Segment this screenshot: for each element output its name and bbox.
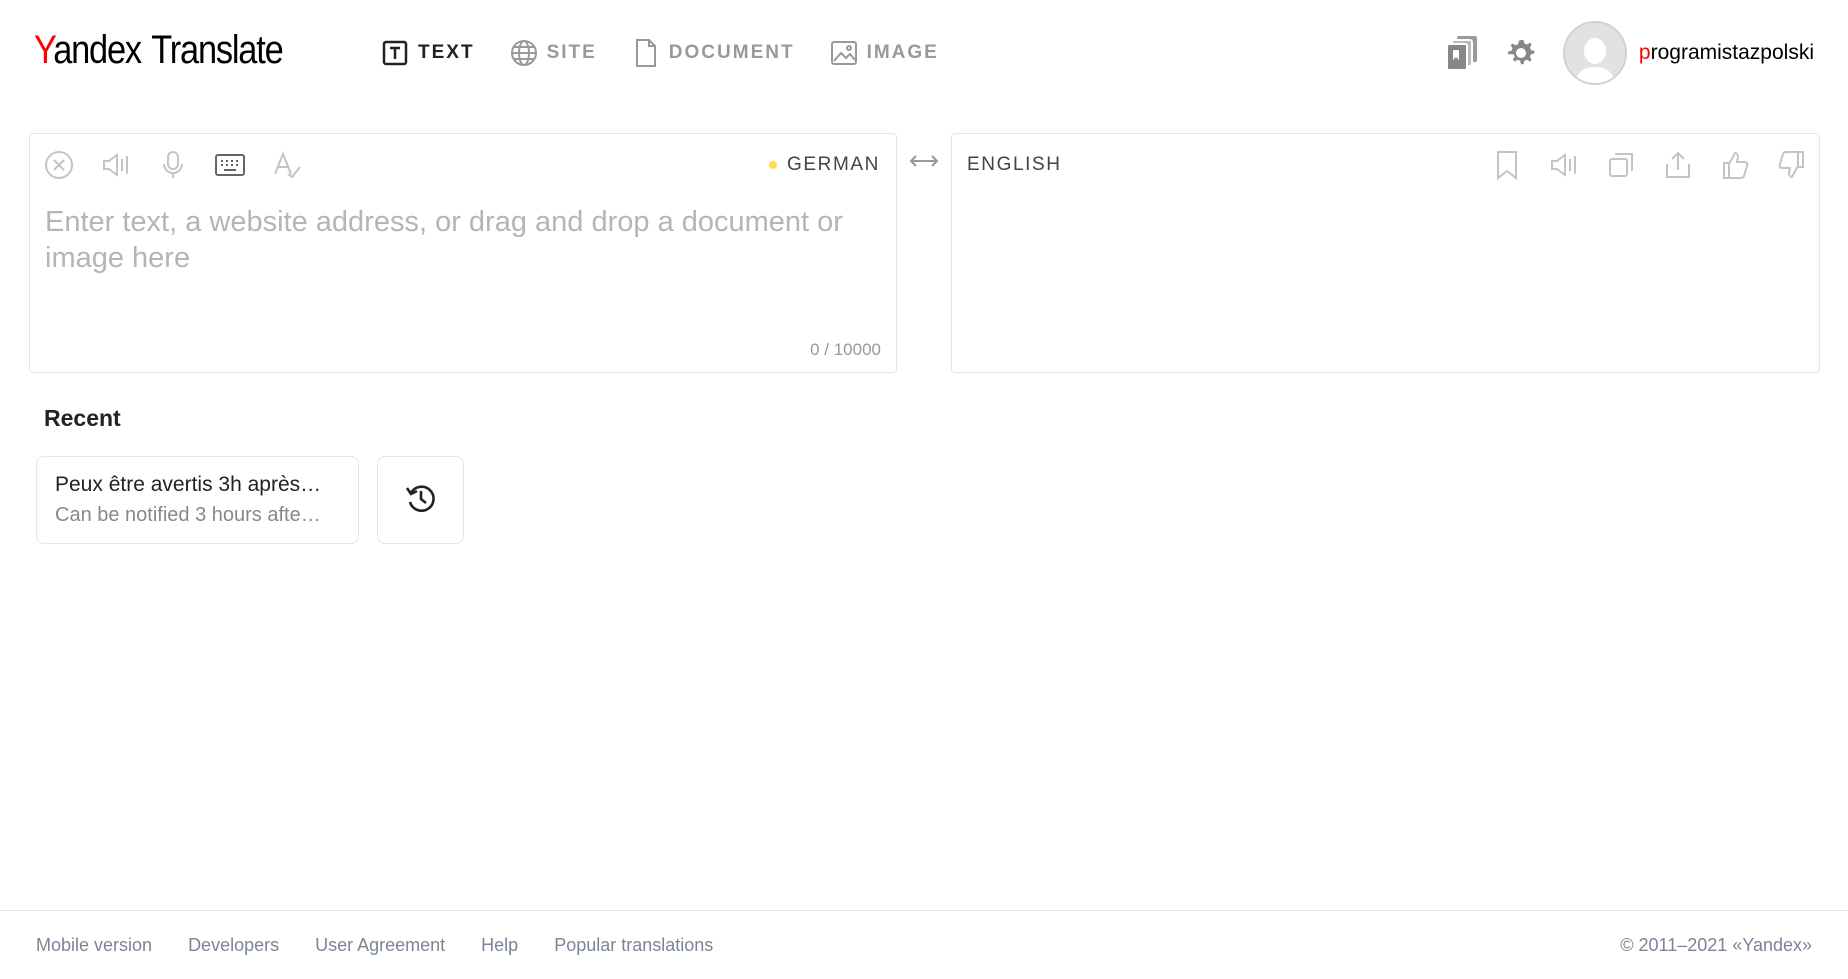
target-language-label: ENGLISH xyxy=(967,154,1062,175)
tab-text[interactable]: TEXT xyxy=(380,38,475,68)
thumbs-down-icon[interactable] xyxy=(1775,148,1809,182)
footer-link-mobile-version[interactable]: Mobile version xyxy=(36,935,152,956)
target-language-selector[interactable]: ENGLISH xyxy=(967,154,1062,176)
settings-gear-icon[interactable] xyxy=(1501,33,1541,73)
logo-word-translate: Translate xyxy=(151,28,283,72)
recent-heading: Recent xyxy=(44,405,121,431)
username-link[interactable]: programistazpolski xyxy=(1639,41,1814,65)
footer-links: Mobile version Developers User Agreement… xyxy=(36,935,749,956)
listen-icon[interactable] xyxy=(99,148,133,182)
history-icon xyxy=(404,481,438,520)
source-language-selector[interactable]: GERMAN xyxy=(769,154,880,176)
recent-source-text: Peux être avertis 3h après… xyxy=(55,473,322,496)
bookmark-icon[interactable] xyxy=(1490,148,1524,182)
collections-icon[interactable] xyxy=(1443,33,1483,73)
microphone-icon[interactable] xyxy=(156,148,190,182)
username-rest: rogramistazpolski xyxy=(1650,41,1814,64)
tab-site-label: SITE xyxy=(546,42,597,63)
listen-icon[interactable] xyxy=(1547,148,1581,182)
username-first-letter: p xyxy=(1638,41,1651,64)
keyboard-icon[interactable] xyxy=(213,148,247,182)
copy-icon[interactable] xyxy=(1604,148,1638,182)
tab-text-label: TEXT xyxy=(418,42,475,63)
footer: Mobile version Developers User Agreement… xyxy=(0,910,1848,979)
swap-arrows-icon xyxy=(908,153,940,174)
spellcheck-icon[interactable] xyxy=(270,148,304,182)
swap-languages-button[interactable] xyxy=(904,146,944,180)
thumbs-up-icon[interactable] xyxy=(1718,148,1752,182)
tab-site[interactable]: SITE xyxy=(509,38,597,68)
auto-detect-dot xyxy=(769,161,777,169)
footer-link-popular-translations[interactable]: Popular translations xyxy=(554,935,713,956)
target-toolbar xyxy=(1467,148,1809,182)
yandex-translate-logo[interactable]: Yandex Translate xyxy=(34,26,284,74)
footer-link-developers[interactable]: Developers xyxy=(188,935,279,956)
header: Yandex Translate TEXT SITE DOCUMENT IMAGE xyxy=(0,0,1848,106)
recent-translated-text: Can be notified 3 hours afte… xyxy=(55,504,321,526)
logo-word-andex: andex xyxy=(53,28,142,72)
tab-document-label: DOCUMENT xyxy=(668,42,795,63)
text-box-icon xyxy=(380,38,410,68)
footer-link-user-agreement[interactable]: User Agreement xyxy=(315,935,445,956)
footer-link-help[interactable]: Help xyxy=(481,935,518,956)
image-icon xyxy=(829,38,859,68)
history-button[interactable] xyxy=(377,456,464,544)
clear-icon[interactable] xyxy=(42,148,76,182)
source-toolbar xyxy=(42,148,327,182)
mode-tabs: TEXT SITE DOCUMENT IMAGE xyxy=(380,36,973,70)
document-icon xyxy=(631,38,661,68)
globe-icon xyxy=(509,38,539,68)
header-right: programistazpolski xyxy=(1425,20,1814,86)
copyright: © 2011–2021 «Yandex» xyxy=(1620,935,1812,955)
recent-translation-card[interactable]: Peux être avertis 3h après… Can be notif… xyxy=(36,456,359,544)
source-panel: GERMAN 0 / 10000 xyxy=(29,133,897,373)
character-counter: 0 / 10000 xyxy=(810,340,881,359)
logo-letter-y: Y xyxy=(34,28,54,72)
tab-image-label: IMAGE xyxy=(866,42,939,63)
source-text-input[interactable] xyxy=(45,204,885,324)
source-language-label: GERMAN xyxy=(787,154,880,175)
share-icon[interactable] xyxy=(1661,148,1695,182)
tab-image[interactable]: IMAGE xyxy=(829,38,939,68)
target-panel: ENGLISH xyxy=(951,133,1820,373)
avatar[interactable] xyxy=(1562,21,1627,85)
tab-document[interactable]: DOCUMENT xyxy=(631,38,795,68)
